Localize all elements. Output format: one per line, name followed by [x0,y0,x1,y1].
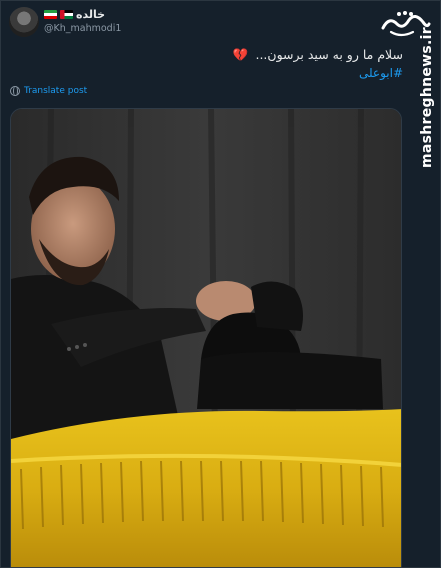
author-name[interactable]: خالده [44,8,105,21]
palestine-flag-icon [60,10,73,19]
hashtag-link[interactable]: #ابوعلی [359,66,403,80]
avatar[interactable] [9,7,39,37]
tweet-text: سلام ما رو به سید برسون... 💔 [233,47,403,63]
broken-heart-icon: 💔 [232,47,249,62]
translate-post-button[interactable]: Translate post [10,85,88,96]
translate-label: Translate post [24,86,88,96]
iran-flag-icon [44,10,57,19]
globe-icon [10,85,20,96]
tweet-photo[interactable] [10,108,402,568]
tweet-text-body: سلام ما رو به سید برسون... [255,47,403,62]
author-handle[interactable]: @Kh_mahmodi1 [44,23,121,34]
photo-mourner-at-coffin [11,109,401,567]
author-name-text: خالده [76,8,106,21]
site-watermark: mashreghnews.ir [419,27,435,168]
